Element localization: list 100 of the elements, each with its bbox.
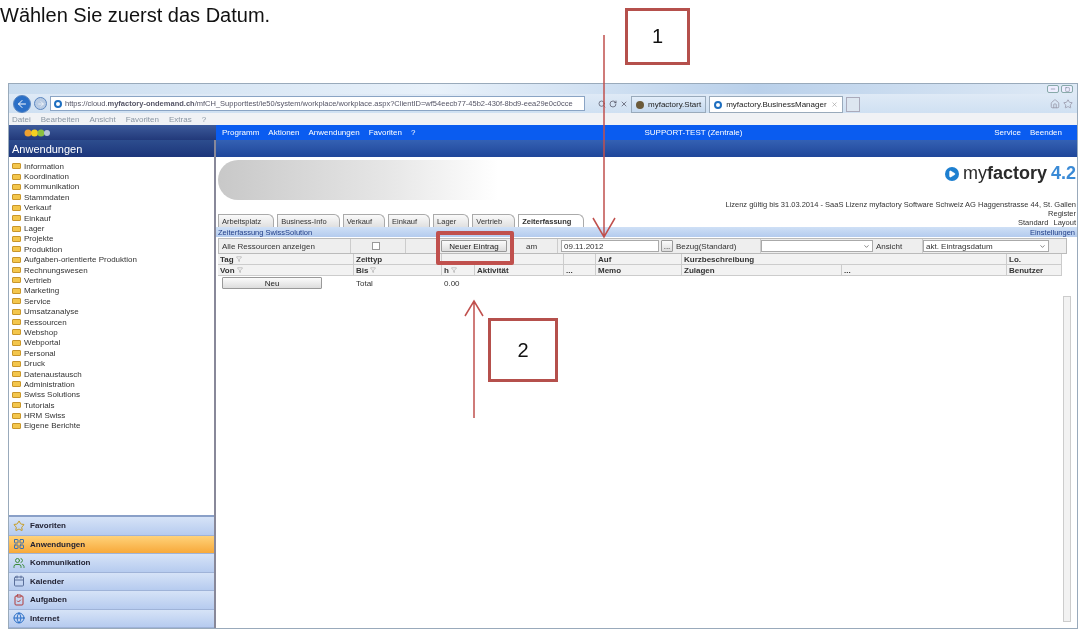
tree-item[interactable]: Ressourcen	[12, 316, 211, 328]
reference-dropdown[interactable]	[761, 240, 873, 252]
tab-favicon	[714, 100, 723, 109]
checklist-icon	[13, 593, 25, 606]
column-header[interactable]: ...	[564, 265, 596, 276]
tree-item[interactable]: Rechnungswesen	[12, 264, 211, 276]
tree-item[interactable]: Druck	[12, 358, 211, 369]
instruction-heading: Wählen Sie zuerst das Datum.	[0, 4, 271, 27]
page-icon	[54, 99, 62, 108]
tree-item[interactable]: Produktion	[12, 244, 211, 255]
column-header[interactable]: Aktivität	[475, 265, 564, 276]
play-icon	[944, 166, 959, 181]
close-icon[interactable]	[830, 101, 838, 108]
grid-icon	[13, 538, 25, 551]
callout-label: 1	[625, 8, 690, 65]
menu-item[interactable]: ?	[411, 128, 416, 137]
close-icon[interactable]	[620, 99, 628, 108]
new-button[interactable]: Neu	[222, 277, 322, 289]
column-header[interactable]: Bis	[354, 265, 442, 276]
column-header[interactable]: Lo.	[1007, 254, 1062, 265]
callout-label: 2	[488, 318, 558, 382]
tree-item[interactable]: Aufgaben-orientierte Produktion	[12, 254, 211, 265]
scrollbar[interactable]	[1063, 296, 1071, 622]
tree-item[interactable]: Verkauf	[12, 202, 211, 213]
column-header[interactable]: Kurzbeschreibung	[682, 254, 1007, 265]
view-label: Ansicht	[876, 241, 903, 251]
tree-item[interactable]: Personal	[12, 348, 211, 359]
date-label: am	[526, 241, 538, 251]
refresh-icon[interactable]	[609, 99, 617, 108]
menu-item[interactable]: Favoriten	[368, 128, 402, 137]
sort-filter-icon[interactable]	[235, 256, 242, 262]
tree-item[interactable]: Umsatzanalyse	[12, 306, 211, 317]
tree-item[interactable]: Kommunikation	[12, 181, 211, 193]
maximize-icon[interactable]	[1061, 85, 1073, 93]
column-header[interactable]: Benutzer	[1007, 265, 1062, 276]
tree-item[interactable]: Eigene Berichte	[12, 420, 211, 432]
company-label: SUPPORT-TEST (Zentrale)	[644, 128, 743, 137]
view-dropdown[interactable]: akt. Eintragsdatum	[923, 240, 1049, 252]
nav-item[interactable]: Kommunikation	[9, 554, 214, 573]
browser-tab[interactable]: myfactory.BusinessManager	[709, 96, 843, 113]
tree-item[interactable]: Marketing	[12, 285, 211, 297]
caret-icon	[863, 242, 870, 250]
tree-item[interactable]: Projekte	[12, 233, 211, 245]
column-header[interactable]: Von	[218, 265, 354, 276]
tree-item[interactable]: Administration	[12, 379, 211, 390]
menu-item[interactable]: Programm	[222, 128, 260, 137]
tree-item[interactable]: Webshop	[12, 327, 211, 338]
menu-item[interactable]: Anwendungen	[308, 128, 360, 137]
back-button[interactable]	[13, 94, 31, 113]
show-all-label: Alle Ressourcen anzeigen	[222, 241, 315, 251]
column-header[interactable]: Zulagen	[682, 265, 842, 276]
forward-icon	[36, 99, 45, 108]
tree-item[interactable]: Vertrieb	[12, 275, 211, 286]
menu-item[interactable]: Service	[994, 128, 1021, 137]
tree-item[interactable]: Tutorials	[12, 400, 211, 411]
calendar-icon	[13, 575, 25, 588]
column-header[interactable]: Auf	[596, 254, 682, 265]
total-label: Total	[356, 278, 374, 288]
date-field[interactable]: 09.11.2012	[561, 240, 659, 252]
tree-item[interactable]: Service	[12, 296, 211, 307]
people-icon	[13, 556, 25, 569]
column-header[interactable]: Memo	[596, 265, 682, 276]
menu-item[interactable]: Beenden	[1029, 128, 1062, 137]
column-header[interactable]: Tag	[218, 254, 354, 265]
total-value: 0.00	[444, 278, 460, 288]
nav-item[interactable]: Aufgaben	[9, 591, 214, 610]
sort-filter-icon[interactable]	[370, 267, 377, 273]
tree-item[interactable]: Einkauf	[12, 212, 211, 224]
sort-filter-icon[interactable]	[236, 267, 243, 273]
forward-button[interactable]	[34, 97, 47, 110]
tree-item[interactable]: Webportal	[12, 337, 211, 349]
checkbox[interactable]	[372, 242, 380, 250]
date-picker-button[interactable]: ...	[661, 240, 673, 252]
dots-logo	[24, 128, 50, 137]
reference-label: Bezug(Standard)	[676, 241, 737, 251]
sort-filter-icon[interactable]	[450, 267, 457, 273]
minimize-icon[interactable]	[1047, 85, 1059, 93]
browser-tab[interactable]: myfactory.Start	[631, 96, 707, 113]
new-entry-button[interactable]: Neuer Eintrag	[441, 240, 507, 252]
tree-item[interactable]: Swiss Solutions	[12, 389, 211, 400]
back-icon	[16, 97, 28, 110]
tree-item[interactable]: Stammdaten	[12, 192, 211, 203]
search-icon[interactable]	[598, 99, 606, 108]
tree-item[interactable]: HRM Swiss	[12, 410, 211, 421]
column-header[interactable]: h	[442, 265, 475, 276]
nav-item[interactable]: Favoriten	[9, 517, 214, 536]
tree-item[interactable]: Koordination	[12, 171, 211, 182]
tree-item[interactable]: Information	[12, 161, 211, 172]
tree-item[interactable]: Lager	[12, 223, 211, 234]
tab-favicon	[636, 100, 644, 109]
new-tab-button[interactable]	[845, 97, 860, 112]
home-icon[interactable]	[1050, 98, 1060, 109]
column-header[interactable]: ...	[842, 265, 1007, 276]
menu-item[interactable]: Aktionen	[268, 128, 300, 137]
globe-icon	[13, 612, 25, 625]
sidebar-title: Anwendungen	[9, 140, 214, 157]
tree-item[interactable]: Datenaustausch	[12, 368, 211, 380]
brand-logo: myfactory 4.2	[944, 163, 1076, 184]
star-icon[interactable]	[1063, 98, 1073, 109]
caret-icon	[1039, 242, 1046, 250]
